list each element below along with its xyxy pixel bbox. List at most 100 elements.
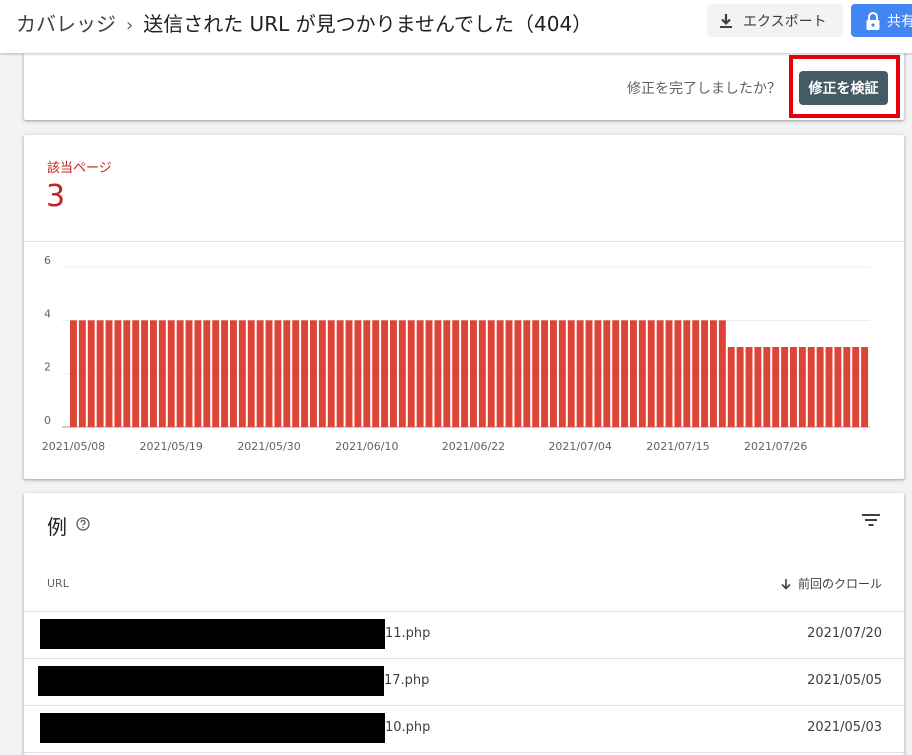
chart-bar[interactable] xyxy=(496,320,504,427)
chart-bar[interactable] xyxy=(647,320,655,427)
chart-bar[interactable] xyxy=(150,320,157,427)
chart-bar[interactable] xyxy=(763,347,771,427)
chart-bar[interactable] xyxy=(798,347,806,427)
chart-bar[interactable] xyxy=(123,320,131,427)
chart-bar[interactable] xyxy=(336,320,344,427)
chart-bar[interactable] xyxy=(185,320,193,427)
chart-bar[interactable] xyxy=(576,320,584,427)
chart-bar[interactable] xyxy=(407,320,415,427)
chart-bar[interactable] xyxy=(523,320,531,427)
chart-bar[interactable] xyxy=(825,347,833,427)
chart-bar[interactable] xyxy=(345,320,353,427)
column-header-url[interactable]: URL xyxy=(47,577,69,590)
chart-bar[interactable] xyxy=(318,320,326,427)
chart-bar[interactable] xyxy=(230,320,237,427)
chart-bar[interactable] xyxy=(816,347,824,427)
chart-bar[interactable] xyxy=(221,320,229,427)
help-circle-icon[interactable] xyxy=(76,517,90,531)
chart-bar[interactable] xyxy=(852,347,860,427)
chart-bar[interactable] xyxy=(861,347,869,427)
chart-bar[interactable] xyxy=(265,320,273,427)
chart-bar[interactable] xyxy=(585,320,593,427)
chart-bar[interactable] xyxy=(398,320,406,427)
chart-bar[interactable] xyxy=(87,320,95,427)
chart-bar[interactable] xyxy=(514,320,522,427)
chart-bar[interactable] xyxy=(692,320,700,427)
validate-fix-button[interactable]: 修正を検証 xyxy=(799,71,888,105)
chart-bar[interactable] xyxy=(487,320,495,427)
chart-bar[interactable] xyxy=(594,320,602,427)
chart-bar[interactable] xyxy=(247,320,255,427)
chart-bar[interactable] xyxy=(434,320,442,427)
chart-bar[interactable] xyxy=(70,320,77,427)
chart-bar[interactable] xyxy=(390,320,397,427)
chart-bar[interactable] xyxy=(603,320,611,427)
table-row[interactable]: 17.php 2021/05/05 xyxy=(24,659,904,706)
chart-bar[interactable] xyxy=(683,320,691,427)
chart-bar[interactable] xyxy=(790,347,797,427)
chart-bar[interactable] xyxy=(176,320,184,427)
chart-bar[interactable] xyxy=(612,320,620,427)
chart-bar[interactable] xyxy=(621,320,629,427)
chart-bar[interactable] xyxy=(843,347,851,427)
chart-bar[interactable] xyxy=(167,320,175,427)
chart-bar[interactable] xyxy=(727,347,735,427)
chart-bar[interactable] xyxy=(78,320,86,427)
chart-bar[interactable] xyxy=(736,347,744,427)
chart-bar[interactable] xyxy=(354,320,362,427)
chart-bar[interactable] xyxy=(114,320,122,427)
chart-bar[interactable] xyxy=(363,320,371,427)
chart-bar[interactable] xyxy=(772,347,780,427)
chart-bar[interactable] xyxy=(203,320,211,427)
chart-bar[interactable] xyxy=(710,320,717,427)
chart-bar[interactable] xyxy=(478,320,486,427)
chart-bar[interactable] xyxy=(327,320,335,427)
chart-bar[interactable] xyxy=(745,347,753,427)
breadcrumb-coverage-link[interactable]: カバレッジ xyxy=(16,12,116,36)
chart-bar[interactable] xyxy=(132,320,140,427)
share-button[interactable]: 共有 xyxy=(851,4,912,37)
chart-bar[interactable] xyxy=(665,320,673,427)
chart-bar[interactable] xyxy=(212,320,220,427)
chart-bar[interactable] xyxy=(425,320,433,427)
table-row[interactable]: 10.php 2021/05/03 xyxy=(24,706,904,753)
chart-bar[interactable] xyxy=(638,320,646,427)
chart-bar[interactable] xyxy=(443,320,451,427)
chart-bar[interactable] xyxy=(781,347,789,427)
column-header-last-crawl[interactable]: 前回のクロール xyxy=(780,575,882,592)
chart-bar[interactable] xyxy=(158,320,166,427)
chart-bar[interactable] xyxy=(532,320,540,427)
chart-bar[interactable] xyxy=(674,320,682,427)
chart-bar[interactable] xyxy=(558,320,566,427)
chart-bar[interactable] xyxy=(807,347,815,427)
chart-bar[interactable] xyxy=(701,320,709,427)
chart-bar[interactable] xyxy=(505,320,513,427)
chart-bar[interactable] xyxy=(310,320,317,427)
chart-bar[interactable] xyxy=(141,320,149,427)
chart-bar[interactable] xyxy=(550,320,557,427)
chart-bar[interactable] xyxy=(470,320,477,427)
chart-bar[interactable] xyxy=(96,320,104,427)
chart-bar[interactable] xyxy=(283,320,291,427)
chart-bar[interactable] xyxy=(656,320,664,427)
chart-bar[interactable] xyxy=(461,320,469,427)
chart-bar[interactable] xyxy=(301,320,309,427)
chart-bar[interactable] xyxy=(452,320,460,427)
chart-bar[interactable] xyxy=(754,347,762,427)
filter-list-icon[interactable] xyxy=(862,513,880,527)
chart-bar[interactable] xyxy=(194,320,202,427)
chart-bar[interactable] xyxy=(630,320,637,427)
export-button[interactable]: エクスポート xyxy=(707,4,843,37)
chart-bar[interactable] xyxy=(292,320,300,427)
chart-bar[interactable] xyxy=(834,347,842,427)
chart-bar[interactable] xyxy=(256,320,264,427)
chart-bar[interactable] xyxy=(274,320,282,427)
chart-bar[interactable] xyxy=(105,320,113,427)
chart-bar[interactable] xyxy=(567,320,575,427)
chart-bar[interactable] xyxy=(381,320,389,427)
chart-bar[interactable] xyxy=(416,320,424,427)
chart-bar[interactable] xyxy=(718,320,726,427)
table-row[interactable]: 11.php 2021/07/20 xyxy=(24,612,904,659)
chart-bar[interactable] xyxy=(541,320,549,427)
chart-bar[interactable] xyxy=(238,320,246,427)
